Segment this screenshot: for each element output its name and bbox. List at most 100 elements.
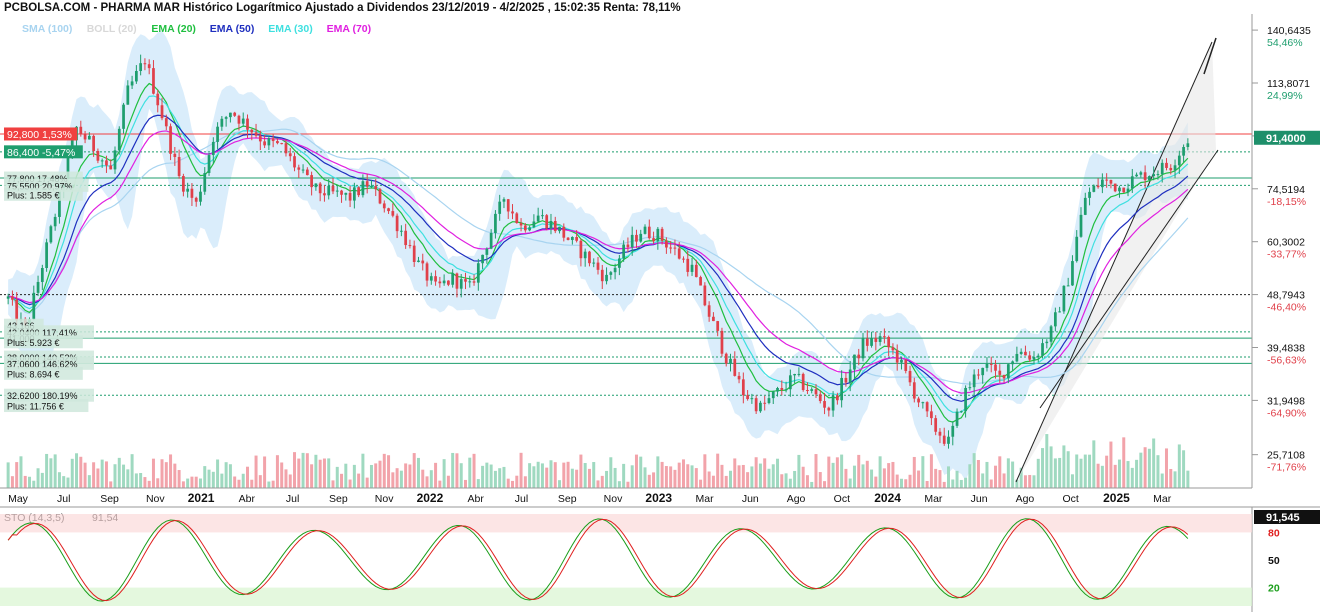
candle-body xyxy=(434,276,437,282)
volume-bar xyxy=(254,455,258,488)
volume-bar xyxy=(801,466,805,488)
volume-bar xyxy=(468,457,472,488)
volume-bar xyxy=(810,481,814,488)
candle-body xyxy=(387,208,390,212)
legend-item: EMA (20) xyxy=(151,23,196,35)
volume-bar xyxy=(968,464,972,488)
candle-body xyxy=(737,375,741,380)
candle-body xyxy=(609,272,613,275)
candle-body xyxy=(720,330,724,354)
candle-body xyxy=(472,281,476,283)
candle-body xyxy=(258,135,262,142)
volume-bar xyxy=(1186,470,1190,488)
candle-body xyxy=(220,118,224,127)
volume-bar xyxy=(870,469,874,488)
candle-body xyxy=(1169,167,1173,171)
legend-item: EMA (50) xyxy=(210,23,255,35)
time-tick-label: Mar xyxy=(695,493,714,505)
candle-body xyxy=(464,279,467,282)
volume-bar xyxy=(707,471,711,488)
volume-bar xyxy=(75,453,79,488)
candle-body xyxy=(930,411,933,419)
volume-bar xyxy=(570,468,574,488)
chart-title: PCBOLSA.COM - PHARMA MAR Histórico Logar… xyxy=(4,2,681,14)
volume-bar xyxy=(233,476,237,488)
volume-bar xyxy=(1028,474,1032,488)
volume-bar xyxy=(540,463,544,488)
candle-body xyxy=(1079,214,1083,237)
candle-body xyxy=(147,64,151,69)
candle-body xyxy=(797,373,801,375)
volume-bar xyxy=(489,464,493,488)
candle-body xyxy=(237,115,241,124)
volume-bar xyxy=(434,462,438,488)
candle-body xyxy=(588,251,591,264)
candle-body xyxy=(485,248,489,255)
volume-bar xyxy=(92,462,96,488)
volume-bar xyxy=(79,456,83,488)
volume-bar xyxy=(66,477,70,488)
volume-bar xyxy=(134,473,138,488)
volume-bar xyxy=(1075,454,1079,488)
candle-body xyxy=(199,191,202,202)
volume-bar xyxy=(553,462,557,488)
time-tick-label: Jul xyxy=(57,493,70,505)
candle-body xyxy=(750,398,754,400)
candle-body xyxy=(724,353,728,364)
candle-body xyxy=(600,269,604,282)
volume-bar xyxy=(280,462,284,488)
candle-body xyxy=(400,230,403,232)
candle-body xyxy=(15,299,19,321)
candle-body xyxy=(271,138,275,142)
candle-body xyxy=(276,141,279,144)
price-tick-label: 39,4838 xyxy=(1267,342,1305,354)
price-tick-label: 31,9498 xyxy=(1267,395,1305,407)
volume-bar xyxy=(874,476,878,488)
volume-bar xyxy=(1152,438,1156,488)
price-tick-label: 48,7943 xyxy=(1267,290,1305,302)
volume-bar xyxy=(989,479,993,488)
volume-bar xyxy=(699,479,703,488)
volume-bar xyxy=(1122,437,1126,488)
volume-bar xyxy=(600,475,604,488)
volume-bar xyxy=(908,474,912,488)
volume-bar xyxy=(848,478,852,488)
volume-bar xyxy=(404,463,408,488)
candle-body xyxy=(211,141,215,156)
volume-bar xyxy=(1023,475,1027,488)
time-tick-label: May xyxy=(8,493,29,505)
candle-body xyxy=(553,221,557,232)
volume-bar xyxy=(1156,455,1160,488)
candle-body xyxy=(771,391,775,399)
price-tick-label: 140,6435 xyxy=(1267,25,1311,37)
candle-body xyxy=(87,135,91,140)
volume-bar xyxy=(198,478,202,488)
volume-bar xyxy=(502,466,506,488)
candle-body xyxy=(908,370,912,383)
volume-bar xyxy=(814,454,818,488)
candle-body xyxy=(1101,179,1104,188)
candle-body xyxy=(301,169,305,171)
candle-body xyxy=(182,176,185,192)
volume-bar xyxy=(780,474,784,488)
volume-bar xyxy=(617,481,621,488)
volume-bar xyxy=(1182,450,1186,488)
volume-bar xyxy=(429,470,433,488)
candle-body xyxy=(233,112,237,116)
candle-body xyxy=(874,338,878,342)
candle-body xyxy=(404,230,408,246)
volume-bar xyxy=(83,462,87,488)
candle-body xyxy=(340,190,343,195)
candle-body xyxy=(827,407,831,411)
time-tick-label: Jul xyxy=(515,493,528,505)
candle-body xyxy=(173,153,177,158)
volume-bar xyxy=(352,464,356,488)
candle-body xyxy=(912,382,916,399)
candle-body xyxy=(686,258,690,272)
candle-body xyxy=(626,244,630,248)
candle-body xyxy=(763,402,767,404)
volume-bar xyxy=(579,454,583,488)
candle-body xyxy=(117,128,121,151)
candle-body xyxy=(1173,165,1177,171)
volume-bar xyxy=(972,453,976,488)
